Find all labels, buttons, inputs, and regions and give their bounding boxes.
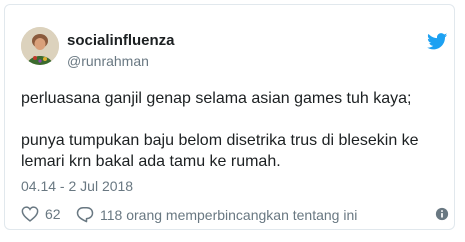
reply-button[interactable]: 118 orang memperbincangkan tentang ini — [76, 206, 357, 223]
info-icon[interactable] — [435, 207, 449, 221]
tweet-text: perluasana ganjil genap selama asian gam… — [21, 88, 441, 172]
tweet-text-line: punya tumpukan baju belom disetrika trus… — [21, 132, 419, 170]
speech-bubble-icon — [76, 207, 94, 223]
user-handle[interactable]: @runrahman — [67, 53, 149, 69]
avatar[interactable] — [21, 27, 59, 65]
replies-text: 118 orang memperbincangkan tentang ini — [100, 206, 358, 223]
tweet-text-line: perluasana ganjil genap selama asian gam… — [21, 90, 412, 107]
tweet-timestamp[interactable]: 04.14 - 2 Jul 2018 — [21, 178, 133, 194]
tweet-actions: 62 118 orang memperbincangkan tentang in… — [21, 204, 449, 224]
embedded-tweet-card: socialinfluenza @runrahman perluasana ga… — [4, 4, 455, 230]
heart-icon — [21, 206, 39, 222]
display-name[interactable]: socialinfluenza — [67, 32, 175, 50]
like-button[interactable]: 62 — [21, 206, 61, 222]
like-count: 62 — [45, 206, 61, 222]
avatar-image — [21, 27, 59, 65]
twitter-bird-icon[interactable] — [427, 33, 448, 50]
